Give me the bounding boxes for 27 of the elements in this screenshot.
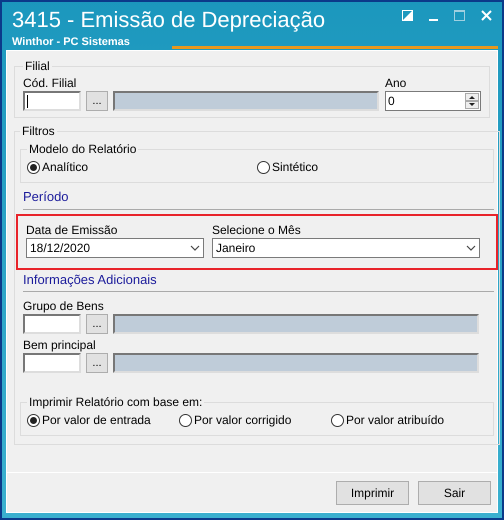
window-subtitle: Winthor - PC Sistemas xyxy=(12,35,130,50)
lookup-button[interactable]: ... xyxy=(86,91,108,111)
group-legend: Modelo do Relatório xyxy=(27,140,138,158)
action-button[interactable]: Sair xyxy=(418,480,491,504)
field-label: Data de Emissão xyxy=(26,222,118,238)
group-legend: Imprimir Relatório com base em: xyxy=(27,393,204,411)
dropdown-field[interactable]: 18/12/2020 xyxy=(26,238,204,258)
section-heading: Informações Adicionais xyxy=(23,270,494,292)
dropdown-field[interactable]: Janeiro xyxy=(212,238,480,258)
window-title: 3415 - Emissão de Depreciação xyxy=(12,6,326,34)
section-heading: Período xyxy=(23,187,494,210)
field-label: Bem principal xyxy=(23,337,97,353)
year-spinner[interactable]: 0 xyxy=(385,91,481,111)
action-button[interactable]: Imprimir xyxy=(336,480,409,504)
group-legend: Filtros xyxy=(20,122,57,140)
group-legend: Filial xyxy=(23,57,52,75)
field-label: Selecione o Mês xyxy=(212,222,302,238)
radio-option[interactable]: Analítico xyxy=(27,158,257,176)
field-label: Grupo de Bens xyxy=(23,298,105,314)
radio-option[interactable]: Por valor atribuído xyxy=(331,411,483,429)
lookup-button[interactable]: ... xyxy=(86,314,108,334)
radio-option[interactable]: Por valor de entrada xyxy=(27,411,179,429)
radio-option[interactable]: Por valor corrigido xyxy=(179,411,331,429)
field-label: Cód. Filial xyxy=(23,75,78,91)
radio-option[interactable]: Sintético xyxy=(257,158,487,176)
field-label: Ano xyxy=(385,75,408,91)
lookup-button[interactable]: ... xyxy=(86,353,108,373)
